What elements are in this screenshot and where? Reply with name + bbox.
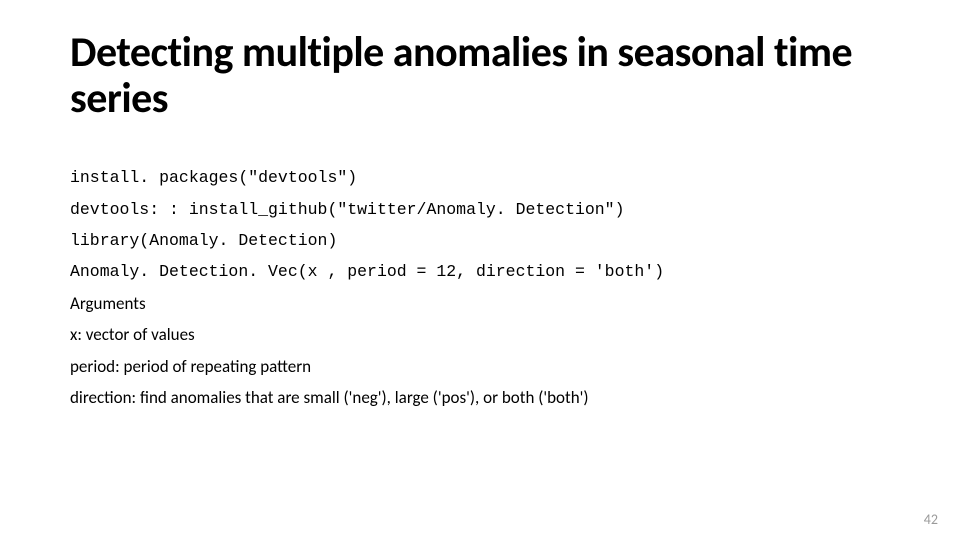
slide-title: Detecting multiple anomalies in seasonal… [70,30,890,122]
page-number: 42 [924,511,938,528]
body-line: Arguments [70,288,890,319]
body-line: x: vector of values [70,319,890,350]
body-line: direction: find anomalies that are small… [70,382,890,413]
slide: Detecting multiple anomalies in seasonal… [0,0,960,540]
code-line: install. packages("devtools") [70,162,890,193]
code-line: devtools: : install_github("twitter/Anom… [70,194,890,225]
body-line: period: period of repeating pattern [70,351,890,382]
code-block: install. packages("devtools") devtools: … [70,162,890,287]
code-line: library(Anomaly. Detection) [70,225,890,256]
code-line: Anomaly. Detection. Vec(x , period = 12,… [70,256,890,287]
body-block: Arguments x: vector of values period: pe… [70,288,890,414]
